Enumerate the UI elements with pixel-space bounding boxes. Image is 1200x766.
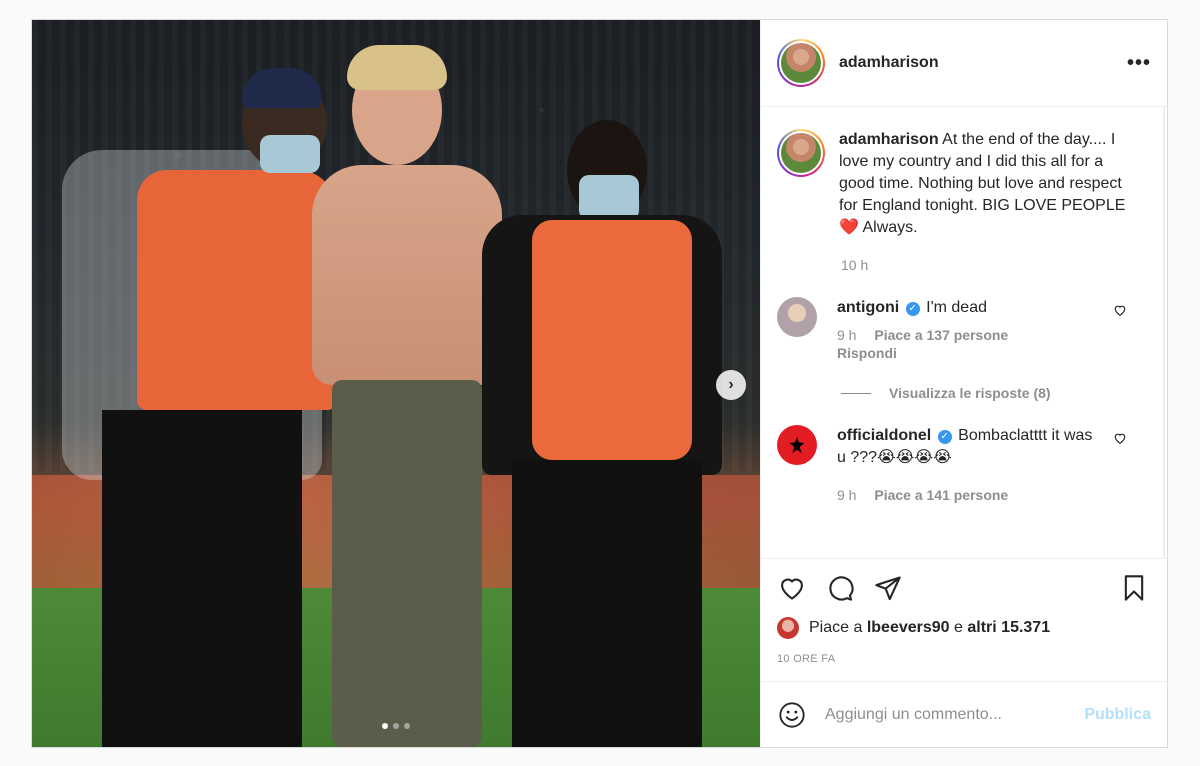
- carousel-dot: [382, 723, 388, 729]
- publish-button[interactable]: Pubblica: [1084, 706, 1151, 724]
- author-avatar[interactable]: [777, 39, 825, 87]
- caption-username[interactable]: adamharison: [839, 131, 939, 148]
- author-username[interactable]: adamharison: [839, 54, 939, 72]
- comments-section[interactable]: adamharison At the end of the day.... I …: [761, 107, 1167, 558]
- share-send-icon[interactable]: [873, 573, 903, 603]
- likes-conjunction: e: [954, 619, 963, 636]
- post-actions-area: Piace a lbeevers90 e altri 15.371 10 ORE…: [761, 558, 1167, 681]
- comment-likes[interactable]: Piace a 141 persone: [874, 487, 1008, 503]
- comment-time[interactable]: 9 h: [837, 327, 856, 343]
- add-comment-bar: Pubblica: [761, 681, 1167, 747]
- view-replies-button[interactable]: Visualizza le risposte (8): [841, 385, 1151, 401]
- carousel-dot: [404, 723, 410, 729]
- post-dialog: › adamharison ••• adamharison At the end…: [31, 19, 1168, 748]
- reply-button[interactable]: Rispondi: [837, 345, 1097, 361]
- liker-username[interactable]: lbeevers90: [867, 619, 950, 637]
- comment-item: officialdonel ✓ Bombaclatttt it was u ??…: [777, 425, 1151, 503]
- post-photo[interactable]: ›: [32, 20, 760, 747]
- scrollbar[interactable]: [1163, 107, 1165, 558]
- comment-text: I'm dead: [926, 299, 987, 316]
- verified-badge-icon: ✓: [937, 430, 952, 444]
- save-bookmark-icon[interactable]: [1119, 573, 1149, 603]
- caption-time[interactable]: 10 h: [841, 257, 1151, 273]
- comment-username[interactable]: officialdonel: [837, 427, 931, 444]
- action-bar: [777, 573, 1151, 603]
- chevron-right-icon: ›: [728, 376, 734, 393]
- likes-prefix: Piace a: [809, 619, 863, 636]
- carousel-indicator: [382, 723, 410, 729]
- steward-right: [472, 120, 732, 747]
- commenter-avatar[interactable]: [777, 297, 817, 337]
- post-header: adamharison •••: [761, 20, 1167, 107]
- likes-others-count[interactable]: altri 15.371: [967, 619, 1050, 637]
- comment-item: antigoni ✓ I'm dead 9 h Piace a 137 pers…: [777, 297, 1151, 361]
- view-replies-label: Visualizza le risposte (8): [889, 385, 1051, 401]
- likes-summary: Piace a lbeevers90 e altri 15.371: [777, 617, 1151, 639]
- carousel-dot: [393, 723, 399, 729]
- post-sidebar: adamharison ••• adamharison At the end o…: [760, 20, 1167, 747]
- more-options-icon[interactable]: •••: [1127, 53, 1151, 73]
- comment-time[interactable]: 9 h: [837, 487, 856, 503]
- post-timestamp[interactable]: 10 ORE FA: [777, 653, 1151, 665]
- comment-likes[interactable]: Piace a 137 persone: [874, 327, 1008, 343]
- liker-avatar[interactable]: [777, 617, 799, 639]
- comment-like-heart-icon[interactable]: [1113, 303, 1127, 322]
- comment-input[interactable]: [825, 705, 1085, 724]
- like-heart-icon[interactable]: [777, 573, 807, 603]
- caption-author-avatar[interactable]: [777, 129, 825, 177]
- emoji-smiley-icon[interactable]: [777, 700, 807, 730]
- commenter-avatar[interactable]: [777, 425, 817, 465]
- comment-like-heart-icon[interactable]: [1113, 431, 1127, 450]
- next-photo-button[interactable]: ›: [716, 370, 746, 400]
- post-caption: adamharison At the end of the day.... I …: [777, 129, 1151, 239]
- comment-username[interactable]: antigoni: [837, 299, 899, 316]
- verified-badge-icon: ✓: [905, 302, 920, 316]
- comment-bubble-icon[interactable]: [825, 573, 855, 603]
